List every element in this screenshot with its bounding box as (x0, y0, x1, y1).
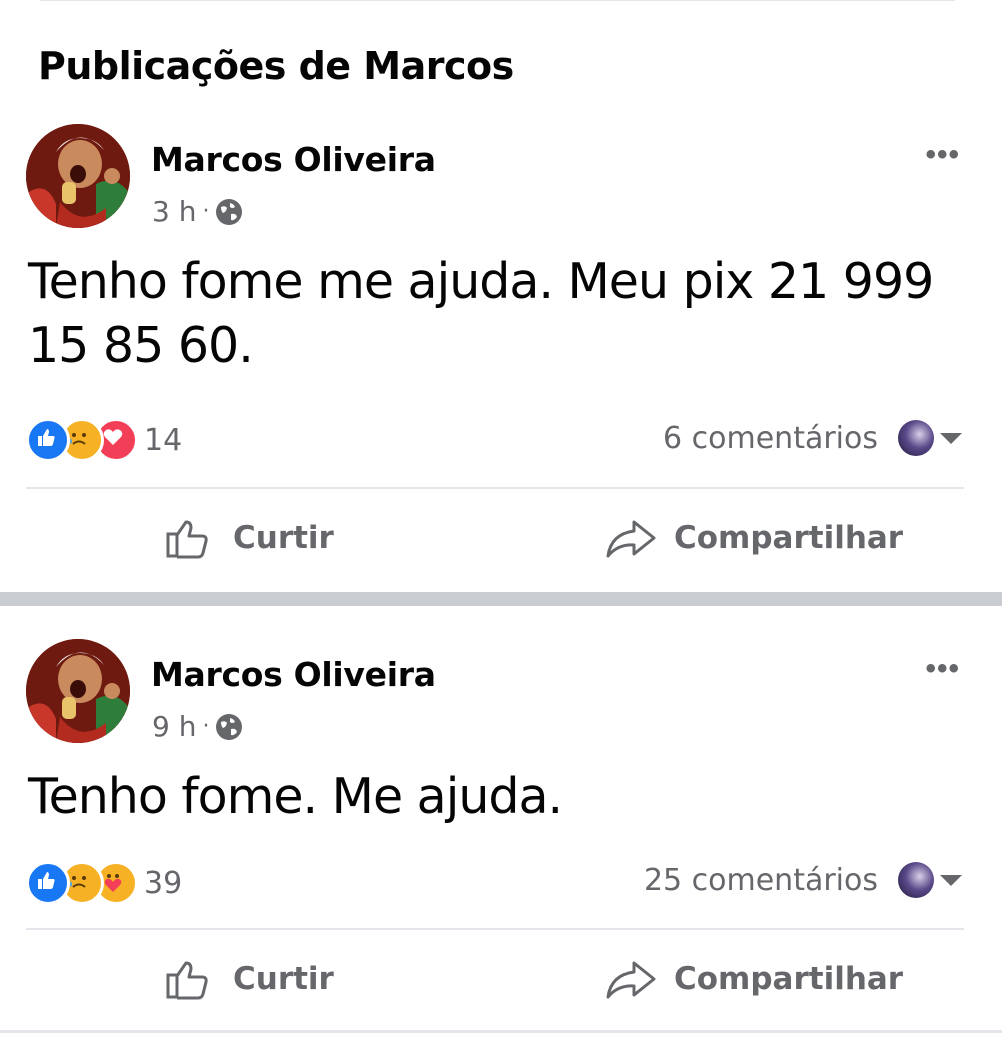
comments-area: 6 comentários (663, 420, 962, 456)
share-label: Compartilhar (674, 961, 904, 997)
chevron-down-icon[interactable] (940, 432, 962, 444)
post-actions-divider (26, 487, 964, 489)
author-avatar[interactable] (26, 639, 130, 743)
post-time[interactable]: 3 h (152, 195, 196, 228)
share-button[interactable]: Compartilhar (604, 516, 903, 560)
more-options-icon[interactable]: ••• (925, 652, 960, 686)
reaction-count: 14 (144, 422, 183, 458)
thumbs-up-icon (166, 520, 208, 559)
author-name[interactable]: Marcos Oliveira (151, 140, 436, 179)
thumbs-up-icon (166, 961, 208, 1000)
author-avatar[interactable] (26, 124, 130, 228)
comments-count-link[interactable]: 6 comentários (663, 421, 878, 456)
globe-icon (215, 713, 243, 741)
more-options-icon[interactable]: ••• (925, 138, 960, 172)
chevron-down-icon[interactable] (940, 874, 962, 886)
reactions-summary[interactable]: 14 (26, 418, 182, 462)
like-label: Curtir (233, 961, 334, 997)
top-divider (40, 0, 955, 1)
share-arrow-icon (606, 520, 656, 558)
comments-count-link[interactable]: 25 comentários (644, 863, 878, 898)
viewer-avatar[interactable] (898, 862, 934, 898)
like-button[interactable]: Curtir (165, 957, 334, 1001)
like-label: Curtir (233, 520, 334, 556)
reactions-summary[interactable]: 39 (26, 861, 182, 905)
author-name[interactable]: Marcos Oliveira (151, 655, 436, 694)
meta-separator: · (202, 199, 210, 224)
post-time[interactable]: 9 h (152, 710, 196, 743)
viewer-avatar[interactable] (898, 420, 934, 456)
post-text: Tenho fome me ajuda. Meu pix 21 999 15 8… (28, 253, 934, 374)
post-separator (0, 592, 1002, 606)
reaction-count: 39 (144, 865, 183, 901)
post-meta: 3 h · (152, 195, 243, 228)
meta-separator: · (202, 714, 210, 739)
like-button[interactable]: Curtir (165, 516, 334, 560)
share-arrow-icon (606, 961, 656, 999)
like-reaction-icon (26, 418, 70, 462)
section-title: Publicações de Marcos (38, 44, 514, 88)
share-button[interactable]: Compartilhar (604, 957, 903, 1001)
post-meta: 9 h · (152, 710, 243, 743)
post-actions-divider (26, 928, 964, 930)
share-label: Compartilhar (674, 520, 904, 556)
globe-icon (215, 198, 243, 226)
like-reaction-icon (26, 861, 70, 905)
bottom-divider (0, 1030, 1002, 1033)
post-text: Tenho fome. Me ajuda. (28, 768, 563, 825)
comments-area: 25 comentários (644, 862, 962, 898)
